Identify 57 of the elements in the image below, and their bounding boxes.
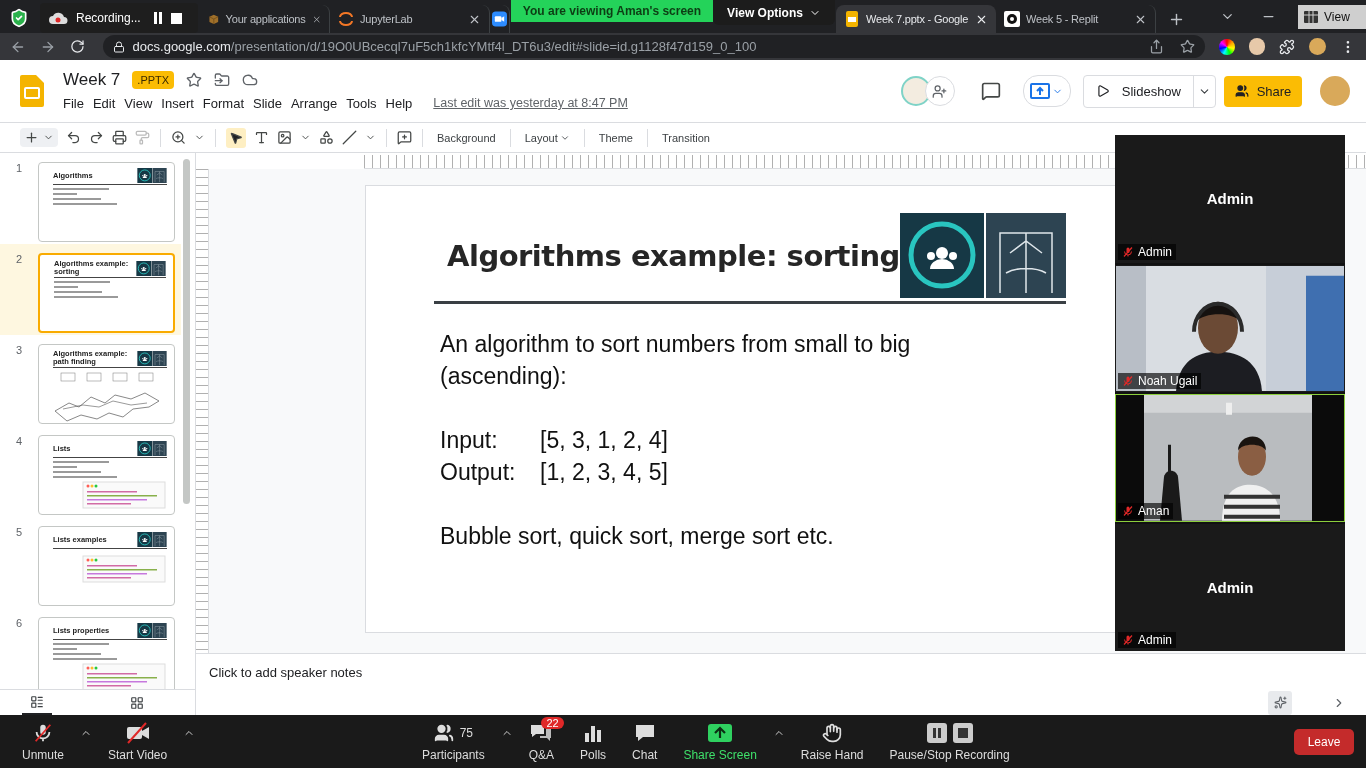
menu-item[interactable]: Insert [161, 93, 200, 113]
count-badge: 22 [541, 717, 564, 729]
address-field[interactable]: docs.google.com/presentation/d/19O0UBcecql7uF5ch1kfcYMtf4l_DT6u3/edit#slide=id.g1128f47d159_0_100 [102, 35, 1205, 58]
browser-tab[interactable]: Week 7.pptx - Google [836, 5, 996, 33]
slide-title: Algorithms example: sorting [447, 238, 900, 273]
last-edit-link[interactable]: Last edit was yesterday at 8:47 PM [433, 96, 628, 110]
unmute-button[interactable]: Unmute [12, 721, 75, 762]
menu-item[interactable]: Arrange [290, 93, 344, 113]
document-title[interactable]: Week 7 [63, 69, 121, 90]
toolbar-button[interactable]: Transition [658, 131, 714, 144]
slide-number: 1 [14, 162, 24, 176]
video-tile[interactable]: Aman [1115, 394, 1345, 522]
menu-item[interactable]: Help [385, 93, 419, 113]
speaker-notes-field[interactable]: Click to add speaker notes [196, 653, 1366, 690]
raise-hand-button[interactable]: Raise Hand [790, 721, 874, 762]
menu-item[interactable]: Format [202, 93, 250, 113]
toolbar-button[interactable]: Layout [520, 131, 574, 144]
menu-item[interactable]: Slide [253, 93, 288, 113]
recording-button[interactable]: Pause/Stop Recording [879, 721, 1020, 762]
slide-text: [5, 3, 1, 2, 4] [540, 426, 668, 455]
share-screen-button[interactable]: Share Screen [673, 721, 767, 762]
toolbar-button[interactable]: Theme [594, 131, 637, 144]
leave-button[interactable]: Leave [1294, 728, 1354, 755]
chat-button[interactable]: Chat [622, 721, 668, 762]
view-menu[interactable]: View [1298, 5, 1366, 29]
video-tile[interactable]: Noah Ugail [1115, 264, 1345, 392]
share-button[interactable]: Share [1224, 75, 1302, 107]
slide-number: 3 [14, 344, 24, 358]
participant-name: Admin [1206, 578, 1254, 596]
participant-label: Aman [1138, 503, 1170, 518]
menu-item[interactable]: Tools [346, 93, 383, 113]
slide-text: Bubble sort, quick sort, merge sort etc. [440, 522, 835, 551]
slide-number: 5 [14, 526, 24, 540]
recording-label: Recording... [76, 11, 141, 25]
slide-text: Input: [440, 426, 499, 455]
start-video-button[interactable]: Start Video [98, 721, 178, 762]
menu-item[interactable]: File [63, 93, 90, 113]
menu-item[interactable]: View [124, 93, 159, 113]
toolbar-button[interactable]: Background [433, 131, 500, 144]
slide-text: Output: [440, 458, 517, 487]
screen-share-toast: You are viewing Aman's screen [511, 0, 713, 22]
file-type-badge: .PPTX [132, 70, 175, 89]
view-options-menu[interactable]: View Options [713, 0, 835, 25]
polls-button[interactable]: Polls [570, 721, 617, 762]
participant-label: Noah Ugail [1138, 374, 1198, 388]
participant-label: Admin [1138, 633, 1172, 647]
menu-item[interactable]: Edit [92, 93, 122, 113]
slide-number: 4 [14, 435, 24, 449]
participants-button[interactable]: 75 Participants [412, 721, 495, 762]
participant-name: Admin [1206, 190, 1254, 208]
slide-number: 2 [14, 253, 24, 267]
slide-text: An algorithm to sort numbers from small to big (ascending): [440, 330, 912, 391]
video-tile[interactable]: Admin Admin [1115, 523, 1345, 651]
slide-text: [1, 2, 3, 4, 5] [540, 458, 668, 487]
video-tile[interactable]: Admin Admin [1115, 135, 1345, 263]
participant-label: Admin [1138, 244, 1172, 259]
slide-number: 6 [14, 617, 24, 631]
